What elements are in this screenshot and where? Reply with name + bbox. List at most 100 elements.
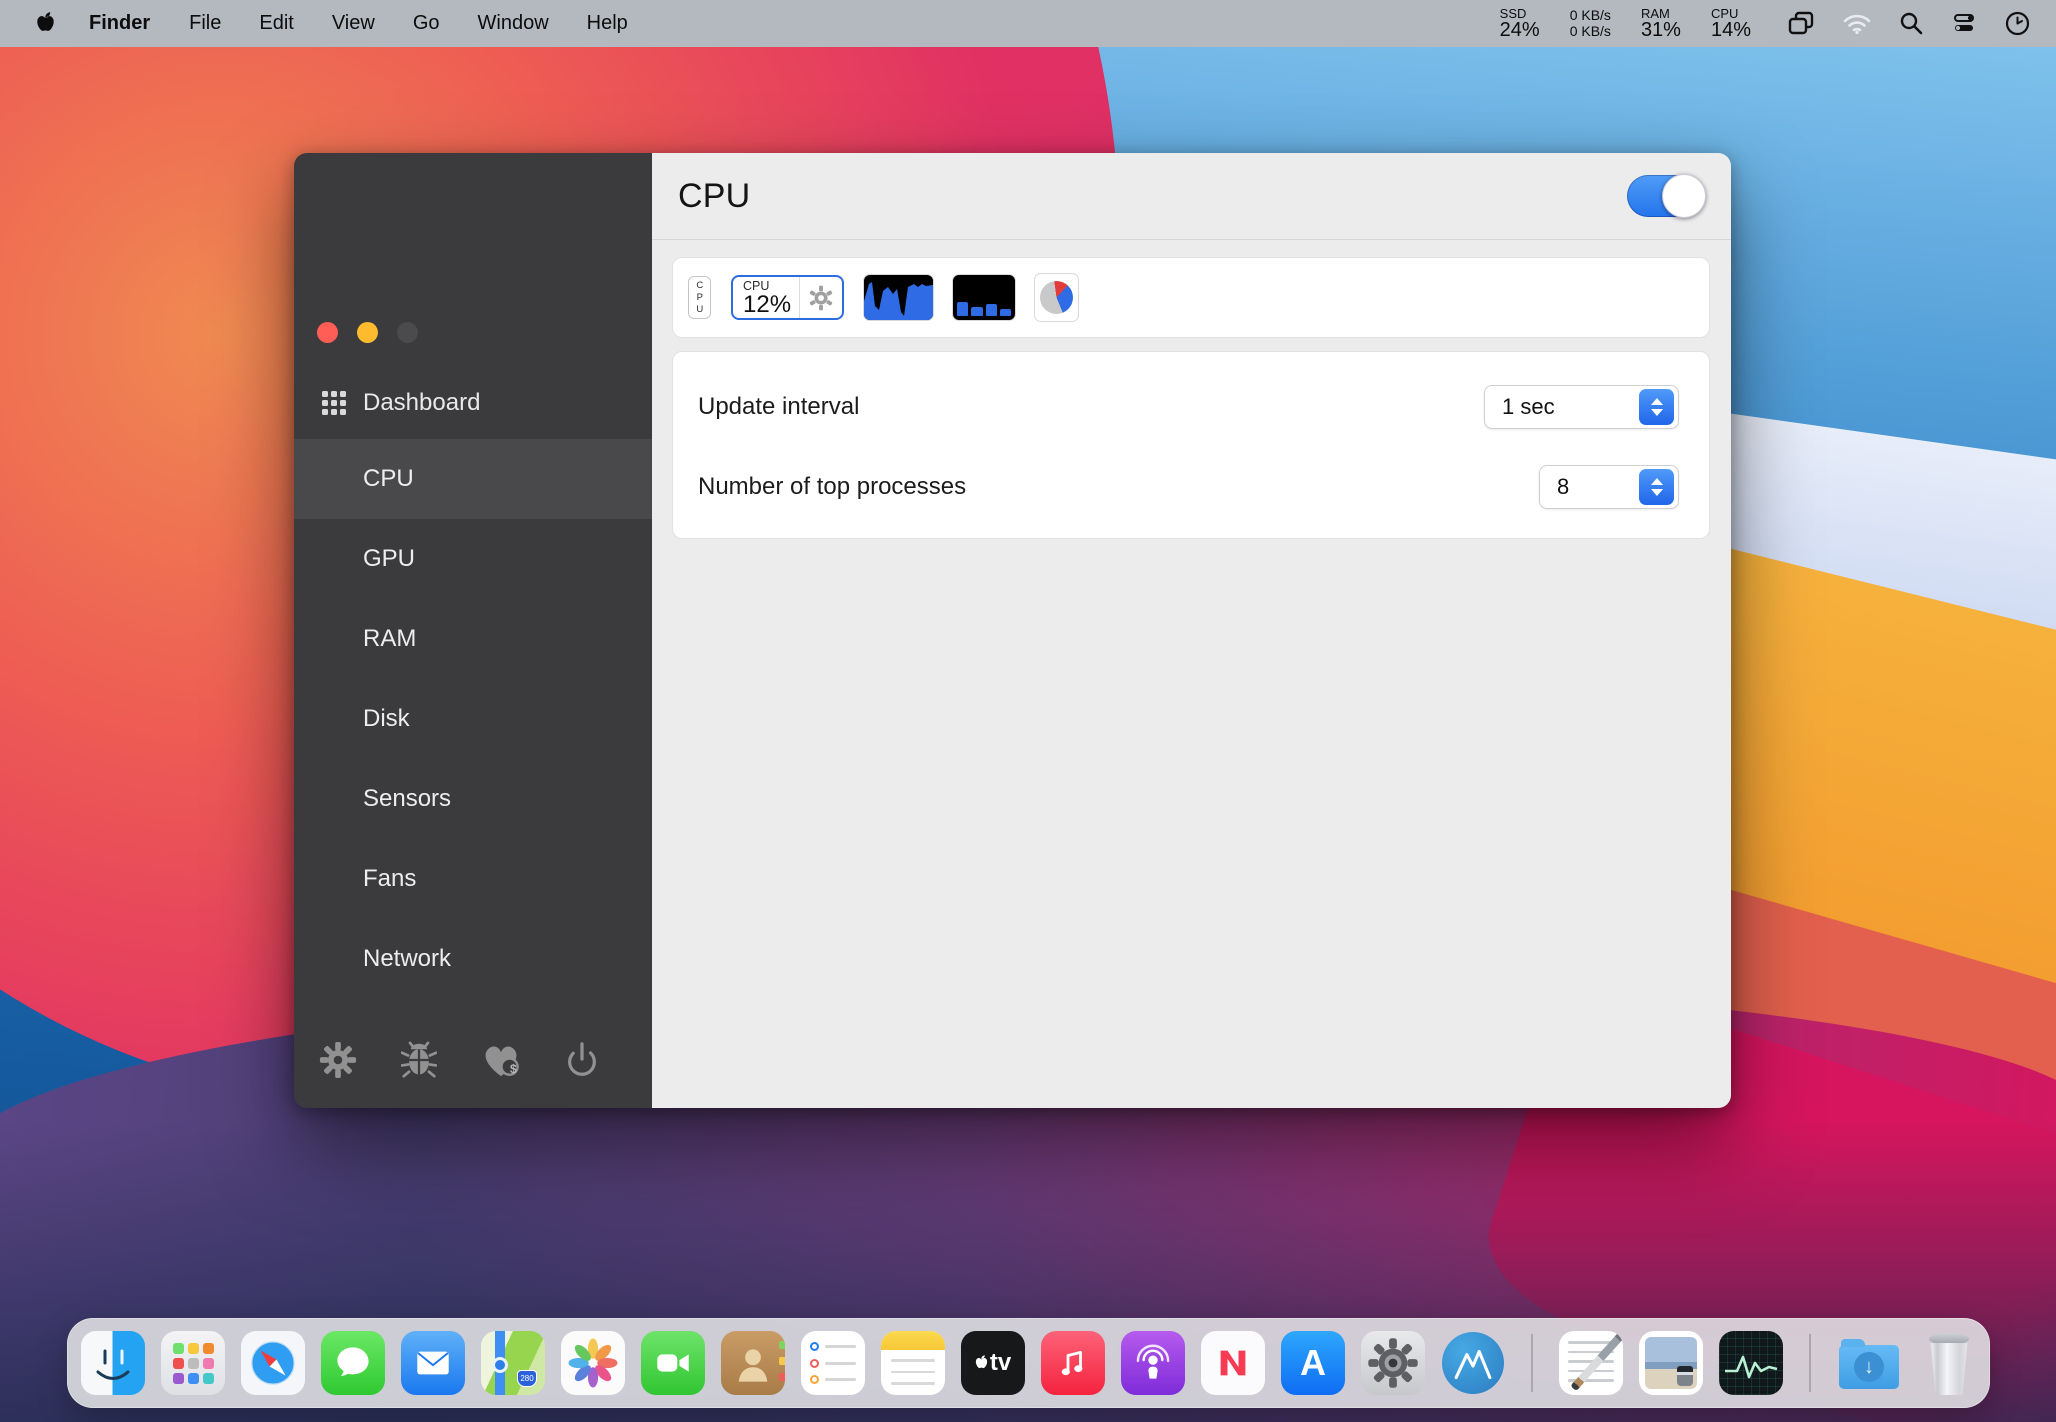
close-button[interactable] <box>317 322 338 343</box>
dashboard-grid-icon <box>322 391 346 415</box>
status-network[interactable]: 0 KB/s 0 KB/s <box>1570 7 1611 39</box>
dock-item-preview[interactable] <box>1639 1331 1703 1395</box>
reminders-row <box>810 1342 856 1351</box>
minimize-button[interactable] <box>357 322 378 343</box>
windows-icon[interactable] <box>1787 11 1815 35</box>
dock-item-messages[interactable] <box>321 1331 385 1395</box>
menu-view[interactable]: View <box>313 12 394 35</box>
notes-line <box>891 1359 935 1362</box>
contacts-tab <box>779 1373 785 1381</box>
reminder-dot-orange <box>810 1375 819 1384</box>
widget-line-chart[interactable] <box>864 275 933 320</box>
widget-pie-chart[interactable] <box>1035 274 1078 321</box>
chevron-up-icon <box>1651 398 1663 405</box>
dock-item-maps[interactable]: 280 <box>481 1331 545 1395</box>
dock-item-finder[interactable] <box>81 1331 145 1395</box>
dock-item-launchpad[interactable] <box>161 1331 225 1395</box>
sidebar-item-disk[interactable]: Disk <box>294 679 652 759</box>
module-settings-card: Update interval 1 sec Number of top proc… <box>672 351 1710 539</box>
top-processes-label: Number of top processes <box>698 473 966 501</box>
chevron-up-icon <box>1651 478 1663 485</box>
sidebar-item-ram[interactable]: RAM <box>294 599 652 679</box>
dock-item-news[interactable] <box>1201 1331 1265 1395</box>
status-cpu[interactable]: CPU 14% <box>1711 7 1751 41</box>
widget-mini-label: CPU <box>695 280 705 316</box>
top-processes-value: 8 <box>1540 474 1569 500</box>
reminder-line <box>825 1345 856 1348</box>
dock-item-photos[interactable] <box>561 1331 625 1395</box>
widget-mini-text[interactable]: CPU <box>688 276 711 319</box>
reminder-dot-red <box>810 1359 819 1368</box>
sidebar-item-label: GPU <box>363 545 415 573</box>
sidebar-item-sensors[interactable]: Sensors <box>294 759 652 839</box>
status-cpu-label: CPU <box>1711 7 1751 20</box>
module-enabled-toggle[interactable] <box>1627 175 1705 217</box>
update-interval-select[interactable]: 1 sec <box>1484 385 1679 429</box>
window-header: CPU <box>652 153 1731 240</box>
sidebar-item-gpu[interactable]: GPU <box>294 519 652 599</box>
sidebar-item-network[interactable]: Network <box>294 919 652 999</box>
reminders-row <box>810 1359 856 1368</box>
widget-cpu-value: 12% <box>743 293 799 317</box>
menu-bar-icons <box>1787 11 2030 36</box>
appstore-a-glyph: A <box>1300 1342 1326 1384</box>
trash-can-graphic <box>1928 1343 1970 1395</box>
dock-item-system-preferences[interactable] <box>1361 1331 1425 1395</box>
bug-report-icon[interactable] <box>397 1038 441 1082</box>
donate-heart-icon[interactable]: $ <box>479 1038 523 1082</box>
setting-row-update-interval: Update interval 1 sec <box>673 375 1709 439</box>
dock-item-mountain-app[interactable] <box>1441 1331 1505 1395</box>
dock-item-trash[interactable] <box>1917 1331 1981 1395</box>
dock-item-reminders[interactable] <box>801 1331 865 1395</box>
quit-power-icon[interactable] <box>560 1038 604 1082</box>
sidebar-item-label: Disk <box>363 705 410 733</box>
menu-help[interactable]: Help <box>568 12 647 35</box>
menu-edit[interactable]: Edit <box>240 12 312 35</box>
widget-picker-card: CPU CPU 12% <box>672 257 1710 338</box>
setting-row-top-processes: Number of top processes 8 <box>673 455 1709 519</box>
menu-window[interactable]: Window <box>459 12 568 35</box>
sidebar-item-fans[interactable]: Fans <box>294 839 652 919</box>
widget-label-selected[interactable]: CPU 12% <box>731 275 844 320</box>
sidebar-item-cpu[interactable]: CPU <box>294 439 652 519</box>
wifi-icon[interactable] <box>1843 13 1871 34</box>
dock-item-facetime[interactable] <box>641 1331 705 1395</box>
reminder-line <box>825 1362 856 1365</box>
toggle-knob <box>1662 174 1706 218</box>
widget-settings-gear-icon[interactable] <box>800 277 842 318</box>
bar <box>971 307 982 316</box>
launchpad-grid-icon <box>173 1343 214 1384</box>
dock: 280 <box>67 1318 1990 1408</box>
clock-icon[interactable] <box>2005 11 2030 36</box>
status-ssd[interactable]: SSD 24% <box>1500 7 1540 41</box>
control-center-icon[interactable] <box>1951 11 1977 35</box>
notes-line <box>891 1382 935 1385</box>
update-interval-value: 1 sec <box>1485 394 1555 420</box>
menu-file[interactable]: File <box>170 12 240 35</box>
dock-item-music[interactable] <box>1041 1331 1105 1395</box>
dock-item-activity-monitor[interactable] <box>1719 1331 1783 1395</box>
dock-item-mail[interactable] <box>401 1331 465 1395</box>
apple-menu-icon[interactable] <box>36 12 55 35</box>
settings-gear-icon[interactable] <box>316 1038 360 1082</box>
widget-label-text: CPU 12% <box>733 277 799 318</box>
dock-item-tv[interactable]: tv <box>961 1331 1025 1395</box>
status-ram[interactable]: RAM 31% <box>1641 7 1681 41</box>
top-processes-select[interactable]: 8 <box>1539 465 1679 509</box>
status-ram-value: 31% <box>1641 20 1681 40</box>
traffic-lights <box>317 322 418 343</box>
menu-app-name[interactable]: Finder <box>69 12 170 35</box>
dock-item-appstore[interactable]: A <box>1281 1331 1345 1395</box>
menu-bar: Finder File Edit View Go Window Help SSD… <box>0 0 2056 47</box>
menu-go[interactable]: Go <box>394 12 459 35</box>
dock-item-contacts[interactable] <box>721 1331 785 1395</box>
dock-item-safari[interactable] <box>241 1331 305 1395</box>
dock-item-podcasts[interactable] <box>1121 1331 1185 1395</box>
search-icon[interactable] <box>1899 11 1923 35</box>
sidebar-item-dashboard[interactable]: Dashboard <box>294 371 652 435</box>
widget-bar-chart[interactable] <box>953 275 1015 320</box>
zoom-button-disabled[interactable] <box>397 322 418 343</box>
dock-item-downloads[interactable]: ↓ <box>1837 1331 1901 1395</box>
dock-item-notes[interactable] <box>881 1331 945 1395</box>
dock-item-textedit[interactable] <box>1559 1331 1623 1395</box>
